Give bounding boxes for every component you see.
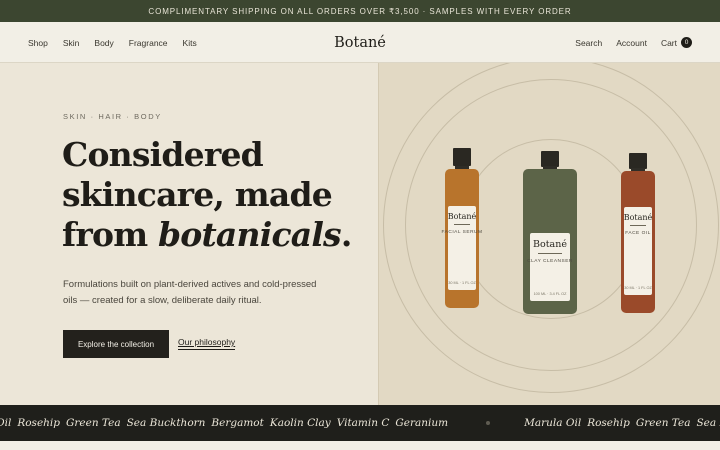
headline-line-1: Considered [62,135,264,174]
headline-emphasis: botanicals [158,215,342,254]
bottle-cap [453,148,471,166]
label-brand: Botané [533,239,567,250]
ticker-item: Marula Oil [524,417,582,429]
nav-shop[interactable]: Shop [28,38,48,48]
ingredient-ticker: Oil Rosehip Green Tea Sea Buckthorn Berg… [0,405,720,441]
label-rule [453,224,471,225]
label-brand: Botané [447,212,477,221]
announcement-bar: COMPLIMENTARY SHIPPING ON ALL ORDERS OVE… [0,0,720,22]
account-link[interactable]: Account [616,38,647,48]
brand-logo[interactable]: Botané [334,35,386,51]
label-product-name: FACIAL SERUM [441,230,483,235]
ticker-item: Geranium [395,417,449,429]
hero-subcopy: Formulations built on plant-derived acti… [63,279,317,306]
ticker-item: Rosehip [17,417,60,429]
search-link[interactable]: Search [575,38,602,48]
label-product-name: FACE OIL [625,231,651,236]
ticker-track: Oil Rosehip Green Tea Sea Buckthorn Berg… [0,405,720,441]
primary-nav: Shop Skin Body Fragrance Kits [28,22,212,63]
explore-collection-button[interactable]: Explore the collection [63,330,169,358]
utility-nav: Search Account Cart 0 [561,22,692,63]
product-bottle-face-oil[interactable]: Botané FACE OIL 30 ML · 1 FL OZ [621,153,655,313]
ticker-item: Bergamot [211,417,264,429]
product-label: Botané FACIAL SERUM 30 ML · 1 FL OZ [442,206,482,290]
label-brand: Botané [623,213,653,222]
cart-count-badge: 0 [681,37,692,48]
cart-button[interactable]: Cart 0 [661,37,692,48]
ticker-item: Sea Buckthorn [696,417,720,429]
hero-product-image: Botané FACIAL SERUM 30 ML · 1 FL OZ Bota… [378,63,720,405]
ticker-item: Vitamin C [336,417,390,429]
label-size: 30 ML · 1 FL OZ [624,286,652,290]
site-header: Shop Skin Body Fragrance Kits Botané Sea… [0,22,720,63]
headline-line-3-prefix: from [62,215,158,254]
hero-text-panel: SKIN · HAIR · BODY Considered skincare, … [0,63,378,405]
bottle-cap [541,151,559,167]
product-bottle-facial-serum[interactable]: Botané FACIAL SERUM 30 ML · 1 FL OZ [442,148,482,308]
nav-body[interactable]: Body [94,38,113,48]
headline-line-2: skincare, made [62,175,333,214]
product-bottle-clay-cleanser[interactable]: Botané CLAY CLEANSER 100 ML · 3.4 FL OZ [523,151,577,314]
hero-eyebrow: SKIN · HAIR · BODY [63,112,162,121]
cart-link[interactable]: Cart [661,38,677,48]
ticker-item: Kaolin Clay [269,417,331,429]
ticker-item: Green Tea [66,417,121,429]
label-size: 100 ML · 3.4 FL OZ [533,292,567,296]
product-label: Botané FACE OIL 30 ML · 1 FL OZ [624,207,652,295]
label-size: 30 ML · 1 FL OZ [448,281,476,285]
our-philosophy-link[interactable]: Our philosophy [178,337,236,350]
hero-headline: Considered skincare, made from botanical… [62,135,362,255]
nav-kits[interactable]: Kits [183,38,197,48]
ticker-item: Sea Buckthorn [126,417,206,429]
bottle-cap [629,153,647,169]
nav-fragrance[interactable]: Fragrance [129,38,168,48]
ticker-item: Rosehip [587,417,630,429]
ticker-item: Green Tea [635,417,691,429]
ticker-separator-dot [486,421,491,425]
label-rule [538,253,562,254]
nav-skin[interactable]: Skin [63,38,80,48]
page-bottom-strip [0,441,720,450]
label-rule [629,225,647,226]
product-label: Botané CLAY CLEANSER 100 ML · 3.4 FL OZ [527,233,573,301]
label-product-name: CLAY CLEANSER [527,259,573,264]
headline-line-3-suffix: . [340,215,352,254]
ticker-item: Oil [0,417,12,429]
announcement-text: COMPLIMENTARY SHIPPING ON ALL ORDERS OVE… [148,6,572,16]
